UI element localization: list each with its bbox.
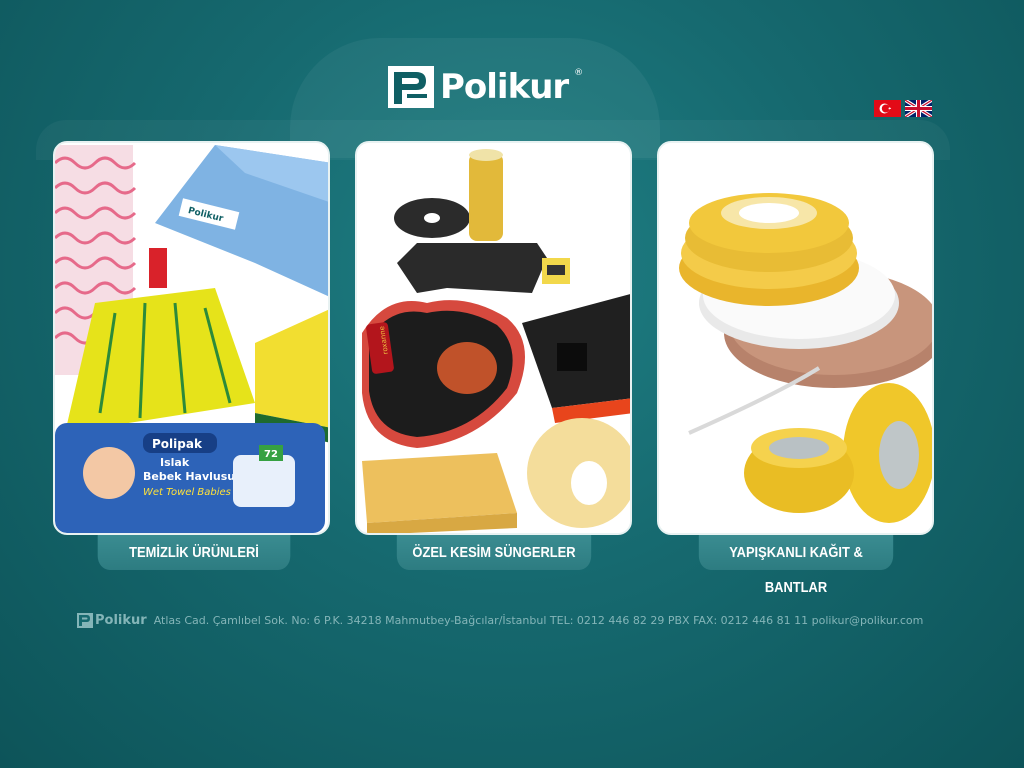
category-label-cleaning[interactable]: TEMİZLİK ÜRÜNLERİ xyxy=(97,535,291,570)
wipes-line3: Wet Towel Babies xyxy=(143,487,231,498)
category-label-tapes[interactable]: YAPIŞKANLI KAĞIT & BANTLAR xyxy=(698,535,894,596)
adhesive-tapes-image xyxy=(659,143,932,533)
turkey-flag-icon[interactable] xyxy=(874,100,901,117)
footer-logo[interactable]: Polikur xyxy=(77,613,147,628)
footer-brand: Polikur xyxy=(95,613,147,628)
cleaning-products-image: Polikur Polipak Islak Bebek Havlusu Wet … xyxy=(55,143,328,533)
custom-sponges-image: roxanne xyxy=(357,143,630,533)
wipes-line1: Islak xyxy=(160,456,190,469)
polikur-logo-icon xyxy=(388,66,434,108)
category-card-tapes[interactable] xyxy=(657,141,934,535)
footer-address: Atlas Cad. Çamlıbel Sok. No: 6 P.K. 3421… xyxy=(153,614,924,627)
registered-mark: ® xyxy=(574,68,584,78)
footer: Polikur Atlas Cad. Çamlıbel Sok. No: 6 P… xyxy=(77,613,923,628)
brand-logo[interactable]: Polikur ® xyxy=(388,66,583,108)
uk-flag-icon[interactable] xyxy=(904,98,933,119)
language-switcher xyxy=(874,98,933,119)
wipes-line2: Bebek Havlusu xyxy=(143,470,235,483)
footer-polikur-logo-icon xyxy=(77,613,93,628)
category-label-sponges[interactable]: ÖZEL KESİM SÜNGERLER xyxy=(396,535,592,570)
wipes-count: 72 xyxy=(264,449,278,460)
wipes-brand: Polipak xyxy=(152,437,203,451)
category-card-sponges[interactable]: roxanne xyxy=(355,141,632,535)
brand-name: Polikur xyxy=(440,67,569,107)
category-card-cleaning[interactable]: Polikur Polipak Islak Bebek Havlusu Wet … xyxy=(53,141,330,535)
